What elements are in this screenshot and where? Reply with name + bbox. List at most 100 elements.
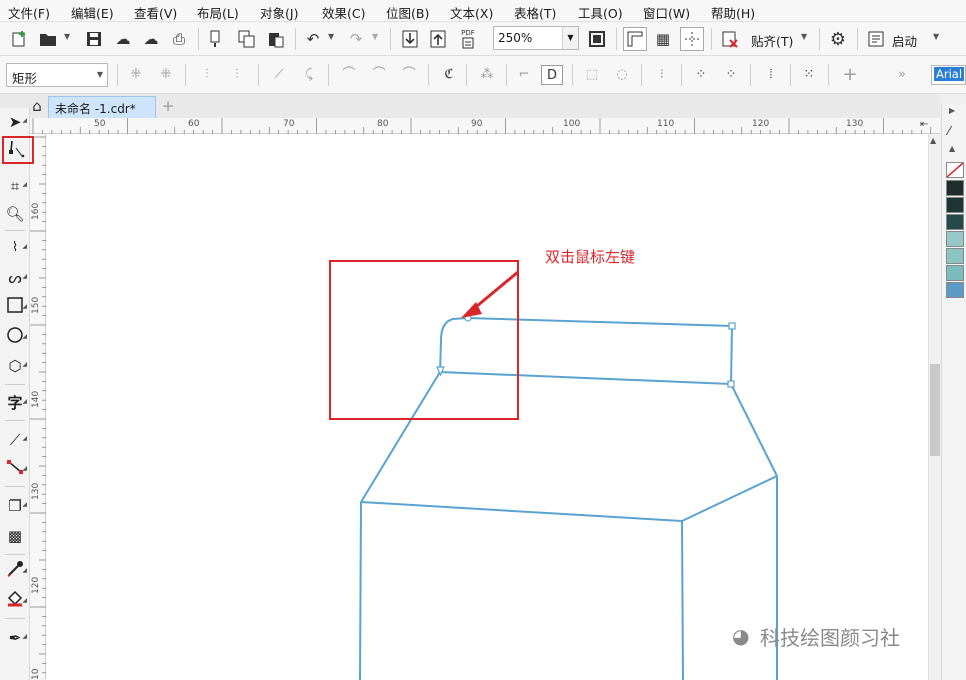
add-node-icon[interactable]: ⁜	[125, 65, 147, 85]
parallel-dimension-icon[interactable]: ⟋ ◢	[3, 428, 27, 452]
color-swatch[interactable]	[946, 282, 964, 298]
transparency-tool-icon[interactable]: ▩	[3, 524, 27, 548]
redo-dropdown-icon[interactable]: ▼	[372, 32, 378, 41]
convert-to-line-icon[interactable]: ⟋	[268, 65, 290, 85]
cut-icon[interactable]	[205, 27, 229, 51]
align-nodes-icon[interactable]: ⁝	[651, 65, 673, 85]
open-dropdown-icon[interactable]: ▼	[64, 32, 70, 41]
object-type-dropdown-icon[interactable]: ▼	[97, 70, 103, 79]
reverse-direction-icon[interactable]: ℭ	[438, 65, 460, 85]
color-swatch[interactable]	[946, 214, 964, 230]
paste-icon[interactable]	[264, 27, 288, 51]
connector-tool-icon[interactable]: ◢	[3, 458, 27, 482]
menu-text[interactable]: 文本(X)	[450, 3, 493, 22]
overflow-chevron-icon[interactable]: »	[891, 65, 913, 85]
new-document-icon[interactable]	[8, 27, 32, 51]
rotate-nodes-icon[interactable]: ◌	[611, 65, 633, 85]
launch-dropdown-icon[interactable]: ▼	[933, 32, 939, 41]
interactive-fill-icon[interactable]: ◢	[3, 590, 27, 614]
zoom-dropdown-icon[interactable]: ▼	[562, 27, 578, 49]
stretch-nodes-icon[interactable]: ⬚	[581, 65, 603, 85]
elastic-mode-icon[interactable]: ⦙	[760, 65, 782, 85]
undo-dropdown-icon[interactable]: ▼	[328, 32, 334, 41]
color-swatch[interactable]	[946, 197, 964, 213]
print-icon[interactable]: ⎙	[167, 27, 191, 51]
menu-tools[interactable]: 工具(O)	[578, 3, 623, 22]
new-tab-plus-icon[interactable]: +	[158, 98, 178, 116]
menu-layout[interactable]: 布局(L)	[197, 3, 239, 22]
ellipse-tool-icon[interactable]: ◢	[3, 326, 27, 350]
zoom-tool-icon[interactable]: 🔍︎	[3, 202, 27, 226]
artistic-media-icon[interactable]: ᔕ ◢	[3, 266, 27, 290]
menu-help[interactable]: 帮助(H)	[711, 3, 755, 22]
rectangle-tool-icon[interactable]: ◢	[3, 296, 27, 320]
menu-effects[interactable]: 效果(C)	[322, 3, 365, 22]
document-tab[interactable]: 未命名 -1.cdr*	[48, 96, 156, 118]
cusp-node-icon[interactable]: ⌒	[338, 65, 360, 85]
color-swatch[interactable]	[946, 248, 964, 264]
color-swatch[interactable]	[946, 180, 964, 196]
show-grid-icon[interactable]: ▦	[651, 27, 675, 51]
copy-icon[interactable]	[235, 27, 259, 51]
smooth-node-icon[interactable]: ⌒	[368, 65, 390, 85]
menu-bitmap[interactable]: 位图(B)	[386, 3, 429, 22]
launch-label[interactable]: 启动	[892, 31, 917, 50]
menu-view[interactable]: 查看(V)	[134, 3, 177, 22]
launch-icon[interactable]	[864, 27, 888, 51]
join-nodes-icon[interactable]: ⫶	[196, 65, 218, 85]
import-icon[interactable]	[398, 27, 422, 51]
extract-subpath-icon[interactable]: ⌐	[513, 65, 535, 85]
cloud-sync-icon[interactable]: ☁	[139, 27, 163, 51]
pick-tool-arrow-icon[interactable]: ➤ ◢	[3, 110, 27, 134]
break-curve-icon[interactable]: ⫶	[226, 65, 248, 85]
horizontal-ruler[interactable]: 50 60 70 80 90 100 110 120 130 ⇤	[30, 118, 940, 134]
open-folder-icon[interactable]	[36, 27, 60, 51]
cloud-upload-icon[interactable]: ☁	[111, 27, 135, 51]
symmetrical-node-icon[interactable]: ⌒	[398, 65, 420, 85]
ruler-scroll-arrows-icon[interactable]: ⇤	[920, 119, 928, 130]
close-curve-icon[interactable]: D	[541, 65, 563, 85]
text-tool-icon[interactable]: 字 ◢	[3, 391, 27, 415]
color-swatch[interactable]	[946, 265, 964, 281]
font-name-combo[interactable]: Arial	[931, 65, 966, 85]
palette-scroll-up-icon[interactable]: ▶	[949, 106, 955, 115]
drawing-canvas[interactable]: 双击鼠标左键 ◕ 科技绘图颜习社	[46, 134, 928, 680]
vertical-scrollbar-thumb[interactable]	[930, 364, 940, 456]
extend-curve-icon[interactable]: ⁂	[476, 65, 498, 85]
snap-to-dropdown-icon[interactable]: ▼	[801, 32, 807, 41]
menu-window[interactable]: 窗口(W)	[643, 3, 690, 22]
zoom-level-combo[interactable]: 250% ▼	[493, 26, 579, 50]
select-all-nodes-icon[interactable]: ⁙	[798, 65, 820, 85]
save-icon[interactable]	[82, 27, 106, 51]
undo-icon[interactable]: ↶	[301, 27, 325, 51]
vertical-scrollbar[interactable]: ▲	[928, 134, 940, 680]
smart-fill-pen-icon[interactable]: ✒ ◢	[3, 626, 27, 650]
vertical-ruler[interactable]: 160 150 140 130 120 10	[30, 134, 46, 680]
full-screen-icon[interactable]	[585, 27, 609, 51]
redo-icon[interactable]: ↷	[344, 27, 368, 51]
shape-edit-tool-icon[interactable]	[2, 136, 34, 164]
show-guidelines-icon[interactable]	[680, 27, 704, 51]
palette-scroll-up-icon[interactable]: ▲	[949, 144, 955, 153]
mirror-horizontal-icon[interactable]: ⁘	[690, 65, 712, 85]
menu-object[interactable]: 对象(J)	[260, 3, 298, 22]
snap-off-icon[interactable]	[718, 27, 742, 51]
drop-shadow-icon[interactable]: ❐ ◢	[3, 494, 27, 518]
polygon-tool-icon[interactable]: ⬡ ◢	[3, 354, 27, 378]
convert-to-curve-icon[interactable]: ⤹	[298, 65, 320, 85]
eyedropper-icon[interactable]: ◢	[3, 560, 27, 584]
snap-to-label[interactable]: 贴齐(T)	[751, 31, 793, 50]
crop-tool-icon[interactable]: ⌗ ◢	[3, 174, 27, 198]
menu-edit[interactable]: 编辑(E)	[71, 3, 114, 22]
no-color-swatch[interactable]	[946, 162, 964, 178]
show-rulers-icon[interactable]	[623, 27, 647, 51]
palette-eyedropper-icon[interactable]: ⁄	[948, 124, 950, 138]
menu-file[interactable]: 文件(F)	[8, 3, 50, 22]
menu-table[interactable]: 表格(T)	[514, 3, 556, 22]
object-type-select[interactable]: 矩形 ▼	[6, 63, 108, 87]
export-icon[interactable]	[426, 27, 450, 51]
options-gear-icon[interactable]: ⚙	[826, 27, 850, 51]
delete-node-icon[interactable]: ⁜	[155, 65, 177, 85]
add-property-icon[interactable]: +	[839, 65, 861, 85]
freehand-tool-icon[interactable]: ⌇ ◢	[3, 236, 27, 260]
